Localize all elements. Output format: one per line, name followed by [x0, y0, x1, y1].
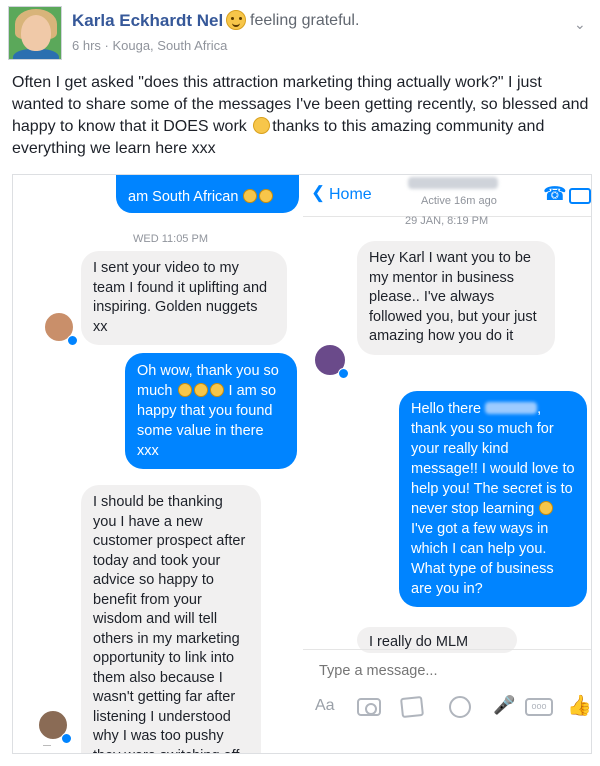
- chevron-down-icon[interactable]: ⌄: [574, 16, 586, 33]
- post-meta[interactable]: 6 hrs · Kouga, South Africa: [72, 38, 227, 53]
- grin-emoji-icon: [259, 189, 274, 203]
- message-text: , thank you so much for your really kind…: [411, 401, 575, 517]
- incoming-message: I should be thanking you I have a new cu…: [81, 485, 261, 753]
- avatar-face: [21, 15, 51, 51]
- post-body: Often I get asked "does this attraction …: [12, 72, 592, 160]
- grin-emoji-icon: [243, 189, 258, 203]
- grin-emoji-icon: [209, 383, 224, 397]
- grin-emoji-icon: [177, 383, 192, 397]
- contact-name-blurred: [408, 177, 498, 189]
- message-input[interactable]: [319, 663, 579, 679]
- emoji-icon[interactable]: [449, 696, 471, 718]
- outgoing-message-partial: am South African: [116, 175, 299, 213]
- author-avatar[interactable]: [8, 6, 62, 60]
- more-icon[interactable]: ooo: [525, 698, 553, 716]
- chat-timestamp: WED 11:05 PM: [133, 233, 208, 245]
- smile-emoji-icon: [253, 117, 271, 134]
- message-text: I've got a few ways in which I can help …: [411, 521, 554, 597]
- sender-avatar: [37, 709, 72, 744]
- recipient-name-blurred: [485, 402, 538, 414]
- grin-emoji-icon: [193, 383, 208, 397]
- author-name[interactable]: Karla Eckhardt Nel: [72, 11, 223, 31]
- chat-header: ❮ Home Active 16m ago ☎: [303, 175, 591, 217]
- home-link[interactable]: Home: [329, 186, 372, 204]
- back-chevron-icon[interactable]: ❮: [311, 183, 325, 203]
- microphone-icon[interactable]: 🎤: [493, 695, 515, 716]
- right-chat-panel: ❮ Home Active 16m ago ☎ 29 JAN, 8:19 PM …: [303, 175, 591, 753]
- chat-timestamp: 29 JAN, 8:19 PM: [405, 215, 489, 227]
- grateful-emoji-icon: [226, 10, 246, 30]
- camera-icon[interactable]: [357, 698, 381, 716]
- feeling-label: feeling grateful.: [250, 12, 360, 29]
- message-text: Hello there: [411, 401, 486, 417]
- outgoing-message: Oh wow, thank you so much I am so happy …: [125, 353, 297, 469]
- sender-avatar: [313, 343, 349, 379]
- phone-icon[interactable]: ☎: [543, 183, 567, 206]
- composer-toolbar: Aa 🎤 ooo 👍: [303, 693, 591, 725]
- post-header: Karla Eckhardt Nel feeling grateful. 6 h…: [0, 0, 600, 62]
- incoming-message: Hey Karl I want you to be my mentor in b…: [357, 241, 555, 355]
- incoming-message: I sent your video to my team I found it …: [81, 251, 287, 345]
- sender-avatar: [43, 311, 78, 346]
- video-call-icon[interactable]: [569, 188, 591, 204]
- divider: [43, 745, 51, 746]
- divider: [303, 649, 591, 650]
- message-text: am South African: [128, 189, 239, 205]
- thumbs-up-icon[interactable]: 👍: [567, 693, 591, 718]
- messenger-screenshot[interactable]: am South African WED 11:05 PM I sent you…: [12, 174, 592, 754]
- outgoing-message: Hello there , thank you so much for your…: [399, 391, 587, 607]
- left-chat-panel: am South African WED 11:05 PM I sent you…: [13, 175, 303, 753]
- gallery-icon[interactable]: [400, 695, 424, 719]
- smile-emoji-icon: [539, 501, 554, 515]
- text-format-icon[interactable]: Aa: [315, 697, 335, 715]
- active-status: Active 16m ago: [421, 195, 497, 207]
